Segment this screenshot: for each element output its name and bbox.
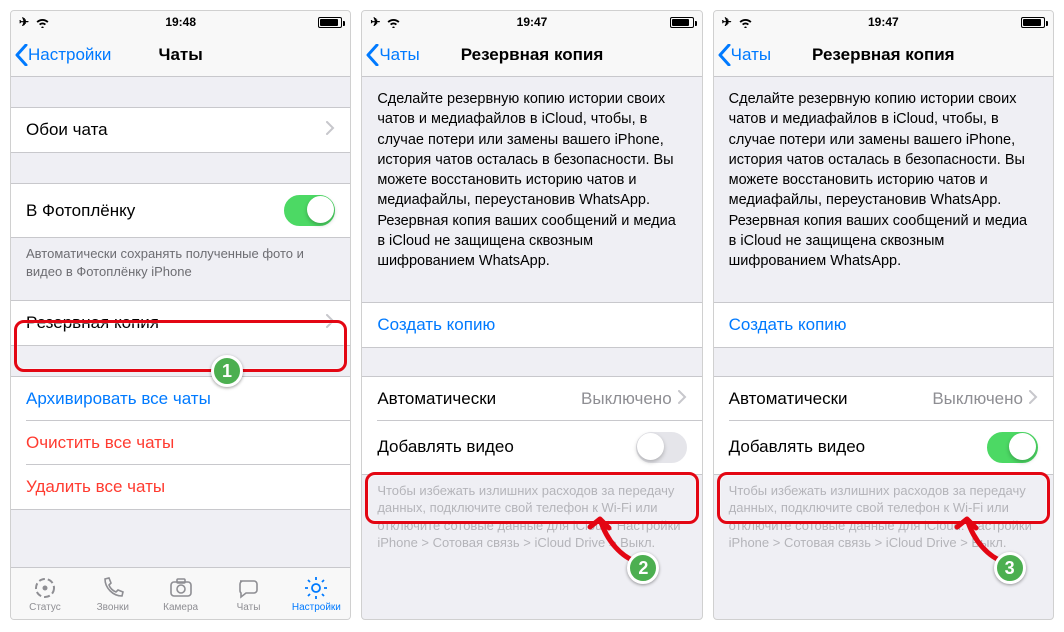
step-badge-1: 1 xyxy=(211,355,243,387)
status-bar: ✈ 19:47 xyxy=(714,11,1053,33)
row-label: Автоматически xyxy=(729,389,933,409)
row-backup[interactable]: Резервная копия xyxy=(11,301,350,345)
row-auto-backup[interactable]: Автоматически Выключено xyxy=(714,377,1053,421)
wifi-icon xyxy=(738,17,753,28)
row-save-camera-roll[interactable]: В Фотоплёнку xyxy=(11,184,350,237)
airplane-icon: ✈ xyxy=(19,15,29,29)
wifi-icon xyxy=(35,17,50,28)
toggle-camera-roll[interactable] xyxy=(284,195,335,226)
chevron-right-icon xyxy=(326,313,335,333)
chats-icon xyxy=(236,575,262,601)
tab-label: Звонки xyxy=(97,602,129,613)
content: Сделайте резервную копию истории своих ч… xyxy=(714,77,1053,619)
row-label: Автоматически xyxy=(377,389,581,409)
step-badge-2: 2 xyxy=(627,552,659,584)
status-icon xyxy=(32,575,58,601)
screen-backup-off: ✈ 19:47 Чаты Резервная копия Сделайте ре… xyxy=(361,10,702,620)
tab-label: Чаты xyxy=(237,602,261,613)
back-button[interactable]: Чаты xyxy=(714,44,771,66)
row-label: В Фотоплёнку xyxy=(26,201,284,221)
toggle-include-video[interactable] xyxy=(987,432,1038,463)
row-label: Добавлять видео xyxy=(377,437,635,457)
nav-bar: Чаты Резервная копия xyxy=(714,33,1053,77)
row-wallpaper[interactable]: Обои чата xyxy=(11,108,350,152)
chevron-right-icon xyxy=(678,389,687,409)
battery-icon xyxy=(1021,17,1045,28)
status-time: 19:47 xyxy=(829,15,937,29)
tab-bar: Статус Звонки Камера Чаты Настройки xyxy=(11,567,350,619)
row-label: Добавлять видео xyxy=(729,437,987,457)
status-time: 19:47 xyxy=(478,15,586,29)
row-label: Создать копию xyxy=(377,315,686,335)
wifi-icon xyxy=(386,17,401,28)
row-create-backup[interactable]: Создать копию xyxy=(714,303,1053,347)
back-label: Чаты xyxy=(379,45,419,65)
row-value: Выключено xyxy=(932,389,1023,409)
toggle-include-video[interactable] xyxy=(636,432,687,463)
status-bar: ✈ 19:48 xyxy=(11,11,350,33)
row-label: Очистить все чаты xyxy=(26,433,335,453)
tab-calls[interactable]: Звонки xyxy=(79,568,147,619)
tab-label: Камера xyxy=(163,602,198,613)
screen-chats-settings: ✈ 19:48 Настройки Чаты Обои чата В Фотоп… xyxy=(10,10,351,620)
tab-settings[interactable]: Настройки xyxy=(282,568,350,619)
tab-label: Статус xyxy=(29,602,61,613)
backup-intro: Сделайте резервную копию истории своих ч… xyxy=(714,77,1053,282)
screen-backup-on: ✈ 19:47 Чаты Резервная копия Сделайте ре… xyxy=(713,10,1054,620)
tab-camera[interactable]: Камера xyxy=(147,568,215,619)
airplane-icon: ✈ xyxy=(370,15,380,29)
backup-intro: Сделайте резервную копию истории своих ч… xyxy=(362,77,701,282)
chevron-left-icon xyxy=(15,44,28,66)
camera-icon xyxy=(168,575,194,601)
content: Сделайте резервную копию истории своих ч… xyxy=(362,77,701,619)
chevron-right-icon xyxy=(326,120,335,140)
status-time: 19:48 xyxy=(127,15,235,29)
row-label: Создать копию xyxy=(729,315,1038,335)
row-delete-all[interactable]: Удалить все чаты xyxy=(11,465,350,509)
back-button[interactable]: Чаты xyxy=(362,44,419,66)
row-value: Выключено xyxy=(581,389,672,409)
phone-icon xyxy=(100,575,126,601)
gear-icon xyxy=(303,575,329,601)
status-bar: ✈ 19:47 xyxy=(362,11,701,33)
nav-bar: Чаты Резервная копия xyxy=(362,33,701,77)
chevron-right-icon xyxy=(1029,389,1038,409)
back-label: Чаты xyxy=(731,45,771,65)
row-include-video[interactable]: Добавлять видео xyxy=(362,421,701,474)
row-create-backup[interactable]: Создать копию xyxy=(362,303,701,347)
tab-chats[interactable]: Чаты xyxy=(215,568,283,619)
nav-bar: Настройки Чаты xyxy=(11,33,350,77)
chevron-left-icon xyxy=(366,44,379,66)
row-archive-all[interactable]: Архивировать все чаты xyxy=(11,377,350,421)
back-button[interactable]: Настройки xyxy=(11,44,111,66)
tab-status[interactable]: Статус xyxy=(11,568,79,619)
step-badge-3: 3 xyxy=(994,552,1026,584)
row-clear-all[interactable]: Очистить все чаты xyxy=(11,421,350,465)
content: Обои чата В Фотоплёнку Автоматически сох… xyxy=(11,77,350,567)
back-label: Настройки xyxy=(28,45,111,65)
row-label: Удалить все чаты xyxy=(26,477,335,497)
battery-icon xyxy=(670,17,694,28)
battery-icon xyxy=(318,17,342,28)
row-label: Обои чата xyxy=(26,120,326,140)
backup-footer: Чтобы избежать излишних расходов за пере… xyxy=(714,475,1053,552)
row-include-video[interactable]: Добавлять видео xyxy=(714,421,1053,474)
row-label: Архивировать все чаты xyxy=(26,389,335,409)
footer-camera-roll: Автоматически сохранять полученные фото … xyxy=(11,238,350,280)
airplane-icon: ✈ xyxy=(722,15,732,29)
tab-label: Настройки xyxy=(292,602,341,613)
chevron-left-icon xyxy=(718,44,731,66)
backup-footer: Чтобы избежать излишних расходов за пере… xyxy=(362,475,701,552)
row-auto-backup[interactable]: Автоматически Выключено xyxy=(362,377,701,421)
row-label: Резервная копия xyxy=(26,313,326,333)
